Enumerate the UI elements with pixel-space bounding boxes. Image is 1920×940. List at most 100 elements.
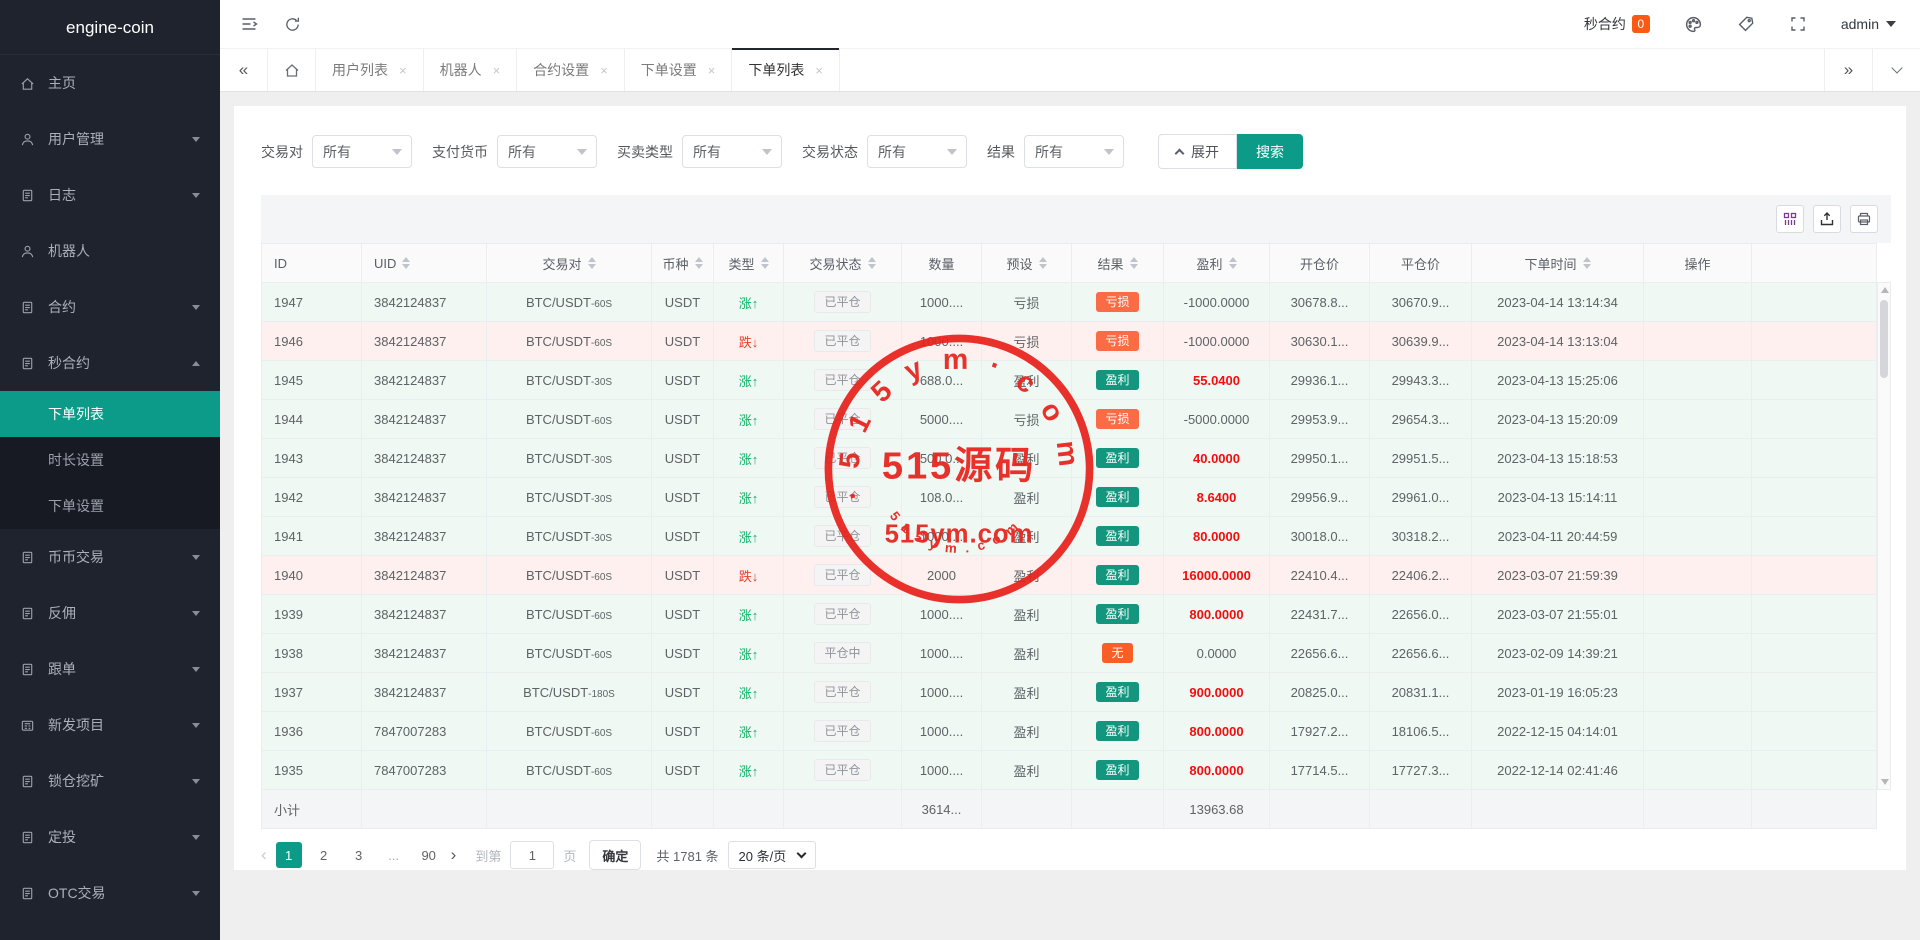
sort-icon[interactable] (402, 257, 410, 269)
refresh-icon[interactable] (284, 16, 301, 33)
page-number-button[interactable]: 90 (416, 842, 442, 868)
scroll-up-icon[interactable] (1881, 287, 1889, 293)
sidebar-item[interactable]: 日志 (0, 167, 220, 223)
page-tab[interactable]: 机器人 × (424, 49, 518, 91)
sidebar-item[interactable]: 下单列表 (0, 391, 220, 437)
sidebar-item[interactable]: 新闻管理 (0, 921, 220, 940)
page-number-button[interactable]: ... (381, 842, 407, 868)
cell-id: 1946 (262, 322, 362, 361)
sort-icon[interactable] (588, 257, 596, 269)
table-row: 1945 3842124837 BTC/USDT-30S USDT 涨↑ 已平仓… (262, 361, 1877, 400)
column-header[interactable]: 开仓价 (1270, 244, 1370, 283)
confirm-jump-button[interactable]: 确定 (589, 840, 641, 870)
sidebar-item[interactable]: 新发项目 (0, 697, 220, 753)
sort-icon[interactable] (1039, 257, 1047, 269)
tabs-scroll-right-button[interactable]: » (1824, 49, 1872, 91)
column-header[interactable]: 数量 (902, 244, 982, 283)
sidebar-item[interactable]: 合约 (0, 279, 220, 335)
page-number-button[interactable]: 2 (311, 842, 337, 868)
tag-icon[interactable] (1737, 15, 1755, 33)
tab-label: 下单列表 (748, 60, 804, 80)
sort-icon[interactable] (761, 257, 769, 269)
page-tab[interactable]: 下单设置 × (625, 49, 733, 91)
filter-select[interactable]: 所有 (682, 135, 782, 168)
expand-button[interactable]: 展开 (1158, 134, 1237, 169)
page-tab[interactable]: 下单列表 × (732, 49, 840, 91)
module-switcher[interactable]: 秒合约 0 (1584, 14, 1650, 34)
column-header[interactable]: 类型 (714, 244, 784, 283)
filter-select[interactable]: 所有 (497, 135, 597, 168)
cell-uid: 3842124837 (362, 517, 487, 556)
home-tab[interactable] (268, 49, 316, 91)
page-number-button[interactable]: 3 (346, 842, 372, 868)
close-tab-icon[interactable]: × (815, 63, 823, 78)
sidebar-item-label: 日志 (48, 185, 186, 205)
column-header[interactable]: 结果 (1072, 244, 1164, 283)
sidebar-item[interactable]: 反佣 (0, 585, 220, 641)
column-header[interactable]: 交易对 (487, 244, 652, 283)
filter-select[interactable]: 所有 (1024, 135, 1124, 168)
sort-icon[interactable] (1583, 257, 1591, 269)
page-size-select[interactable]: 20 条/页 (728, 841, 817, 869)
column-header[interactable]: UID (362, 244, 487, 283)
sidebar-item[interactable]: 秒合约 (0, 335, 220, 391)
fullscreen-icon[interactable] (1789, 15, 1807, 33)
sidebar-item[interactable]: 用户管理 (0, 111, 220, 167)
prev-page-button[interactable]: ‹ (261, 845, 267, 865)
theme-palette-icon[interactable] (1684, 15, 1703, 34)
column-header[interactable]: 平仓价 (1370, 244, 1472, 283)
tabs-menu-button[interactable] (1872, 49, 1920, 91)
sidebar-item[interactable]: 下单设置 (0, 483, 220, 529)
column-label: 类型 (728, 254, 754, 273)
column-header[interactable]: 币种 (652, 244, 714, 283)
sidebar-item[interactable]: 币币交易 (0, 529, 220, 585)
next-page-button[interactable]: › (451, 845, 457, 865)
column-header[interactable]: 盈利 (1164, 244, 1270, 283)
sidebar-item[interactable]: 定投 (0, 809, 220, 865)
sidebar-item[interactable]: 机器人 (0, 223, 220, 279)
column-header[interactable]: ID (262, 244, 362, 283)
close-tab-icon[interactable]: × (708, 63, 716, 78)
scrollbar-thumb[interactable] (1880, 300, 1888, 378)
export-button[interactable] (1813, 205, 1841, 233)
table-scrollbar[interactable] (1877, 282, 1891, 790)
column-header[interactable]: 预设 (982, 244, 1072, 283)
cell-status: 已平仓 (784, 400, 902, 439)
sidebar-item[interactable]: 跟单 (0, 641, 220, 697)
scroll-down-icon[interactable] (1881, 779, 1889, 785)
close-tab-icon[interactable]: × (399, 63, 407, 78)
search-button[interactable]: 搜索 (1237, 134, 1303, 169)
cell-order-time: 2023-04-13 15:25:06 (1472, 361, 1644, 400)
jump-page-input[interactable] (510, 841, 554, 869)
filter-select[interactable]: 所有 (867, 135, 967, 168)
tabs-scroll-left-button[interactable]: « (220, 49, 268, 91)
sort-icon[interactable] (1130, 257, 1138, 269)
filter-label: 买卖类型 (617, 142, 673, 162)
user-menu[interactable]: admin (1841, 16, 1896, 32)
column-header[interactable] (1752, 244, 1877, 283)
close-tab-icon[interactable]: × (600, 63, 608, 78)
print-button[interactable] (1850, 205, 1878, 233)
sort-icon[interactable] (868, 257, 876, 269)
sidebar-item[interactable]: OTC交易 (0, 865, 220, 921)
close-tab-icon[interactable]: × (493, 63, 501, 78)
column-header[interactable]: 下单时间 (1472, 244, 1644, 283)
sort-icon[interactable] (1229, 257, 1237, 269)
cell-actions (1644, 556, 1752, 595)
filter-select[interactable]: 所有 (312, 135, 412, 168)
page-tab[interactable]: 合约设置 × (517, 49, 625, 91)
column-header[interactable]: 操作 (1644, 244, 1752, 283)
cell-filler (1752, 673, 1877, 712)
sidebar-item[interactable]: 锁仓挖矿 (0, 753, 220, 809)
sort-icon[interactable] (695, 257, 703, 269)
cell-result: 盈利 (1072, 751, 1164, 790)
column-header[interactable]: 交易状态 (784, 244, 902, 283)
collapse-sidebar-icon[interactable] (240, 15, 258, 33)
sidebar-item[interactable]: 主页 (0, 55, 220, 111)
sidebar-item[interactable]: 时长设置 (0, 437, 220, 483)
filter-label: 交易对 (261, 142, 303, 162)
page-number-button[interactable]: 1 (276, 842, 302, 868)
page-tab[interactable]: 用户列表 × (316, 49, 424, 91)
columns-display-button[interactable] (1776, 205, 1804, 233)
cell-status: 已平仓 (784, 361, 902, 400)
